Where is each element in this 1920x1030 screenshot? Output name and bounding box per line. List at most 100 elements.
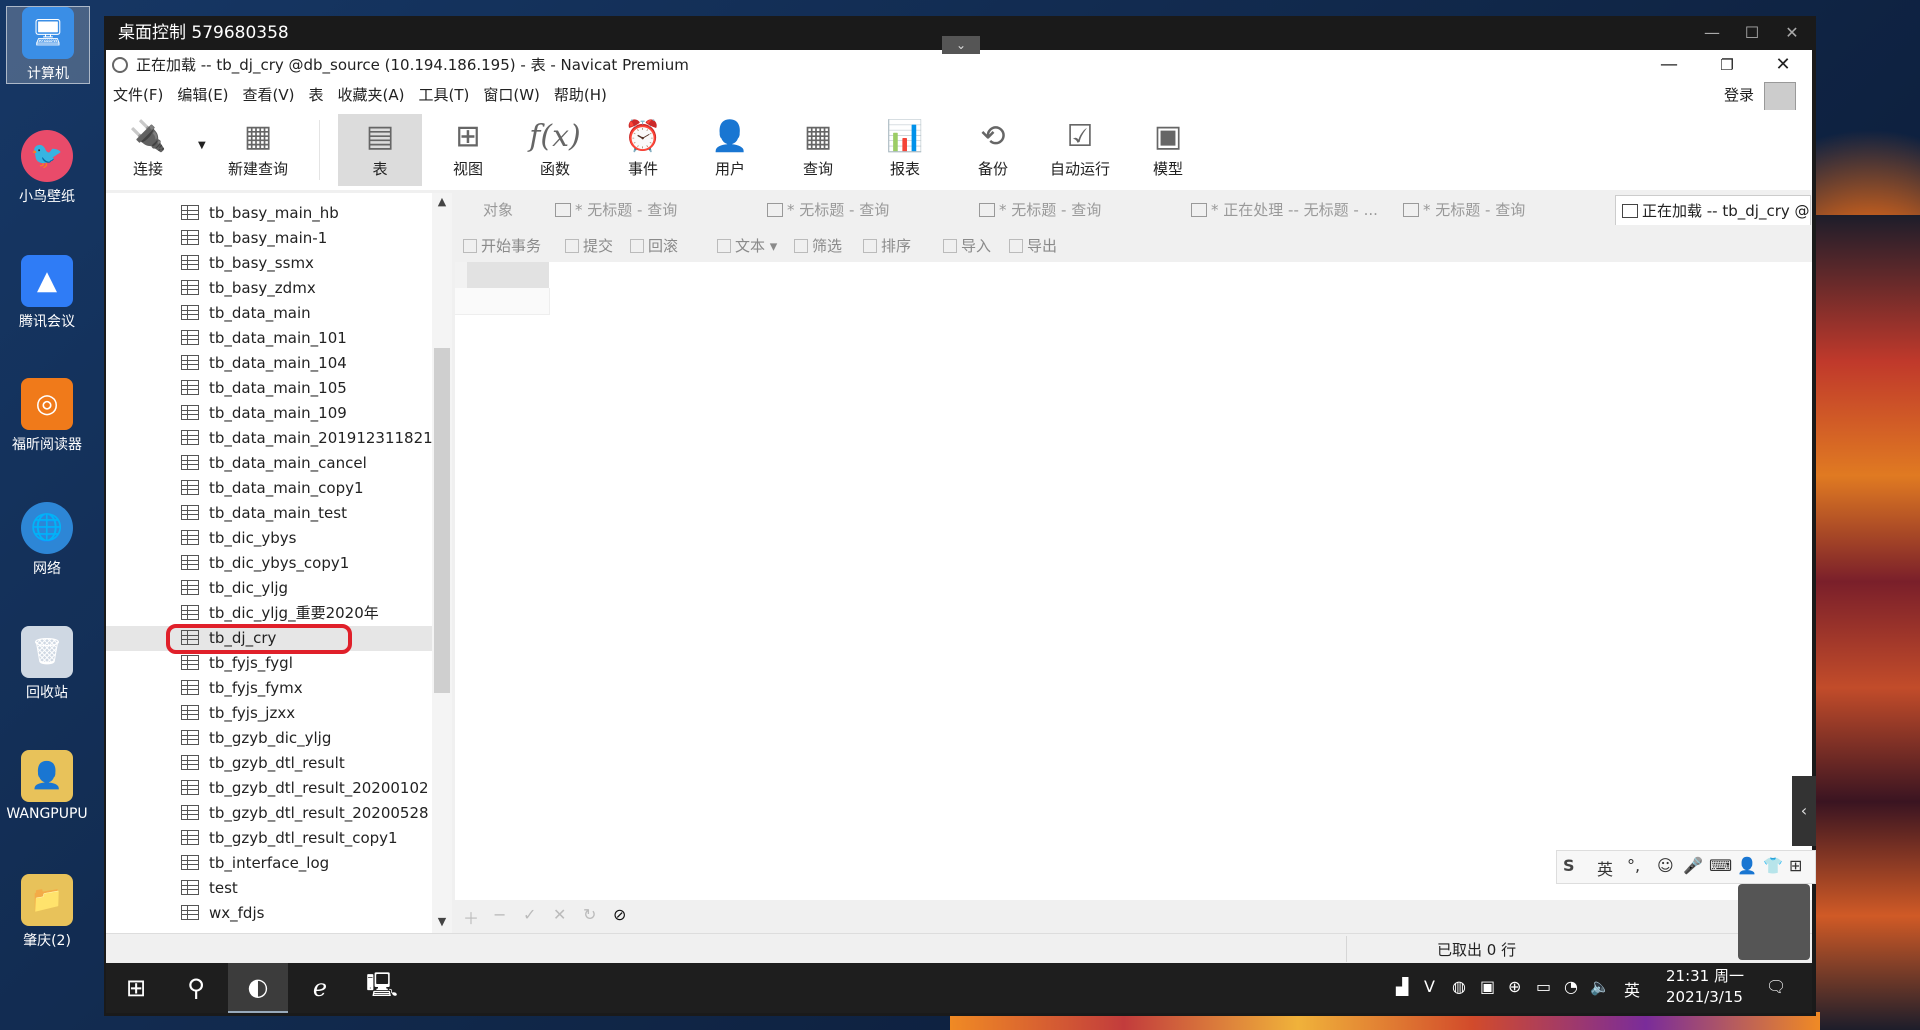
tree-item[interactable]: tb_dic_yljg xyxy=(106,576,432,601)
begin-transaction-button[interactable]: 开始事务 xyxy=(463,235,541,256)
floating-assistant-button[interactable] xyxy=(1738,884,1810,960)
tree-item[interactable]: tb_fyjs_fymx xyxy=(106,676,432,701)
tree-item[interactable]: tb_data_main_cancel xyxy=(106,451,432,476)
tab-query-2[interactable]: * 无标题 - 查询 xyxy=(767,195,967,225)
remote-minimize-button[interactable]: — xyxy=(1692,16,1732,50)
tray-volume-icon[interactable]: 🔈 xyxy=(1590,977,1610,996)
data-grid[interactable] xyxy=(455,262,1812,900)
toolbar-user-button[interactable]: 👤 用户 xyxy=(688,114,772,186)
tree-item[interactable]: tb_interface_log xyxy=(106,851,432,876)
grid-menu-icon[interactable]: ⊞ xyxy=(1789,856,1802,875)
tree-item[interactable]: tb_gzyb_dtl_result_20200102 xyxy=(106,776,432,801)
avatar[interactable] xyxy=(1764,82,1796,112)
tree-item[interactable]: tb_data_main xyxy=(106,301,432,326)
refresh-icon[interactable]: ↻ xyxy=(583,905,596,924)
tray-vs-icon[interactable]: V xyxy=(1424,977,1435,996)
tree-item[interactable]: tb_data_main_copy1 xyxy=(106,476,432,501)
desktop-icon-meeting[interactable]: ▲ 腾讯会议 xyxy=(6,255,88,331)
sogou-logo-icon[interactable]: S xyxy=(1563,856,1575,875)
tab-loading-tb-dj-cry[interactable]: 正在加载 -- tb_dj_cry @... xyxy=(1615,195,1811,225)
tree-item[interactable]: tb_data_main_104 xyxy=(106,351,432,376)
tree-item[interactable]: tb_data_main_109 xyxy=(106,401,432,426)
tree-item[interactable]: tb_basy_zdmx xyxy=(106,276,432,301)
apply-check-icon[interactable]: ✓ xyxy=(523,905,536,924)
filter-button[interactable]: 筛选 xyxy=(794,235,842,256)
tree-item[interactable]: tb_gzyb_dtl_result xyxy=(106,751,432,776)
menu-file[interactable]: 文件(F) xyxy=(106,80,170,110)
notification-icon[interactable]: 🗨 xyxy=(1766,977,1786,996)
toolbar-function-button[interactable]: f(x) 函数 xyxy=(513,114,597,186)
tree-item[interactable]: tb_data_main_101 xyxy=(106,326,432,351)
desktop-icon-network[interactable]: 🌐 网络 xyxy=(6,502,88,578)
discard-x-icon[interactable]: ✕ xyxy=(553,905,566,924)
tray-wifi-icon[interactable]: ◔ xyxy=(1564,977,1578,996)
tree-item[interactable]: tb_basy_main-1 xyxy=(106,226,432,251)
minimize-button[interactable]: — xyxy=(1646,50,1692,80)
export-button[interactable]: 导出 xyxy=(1009,235,1057,256)
tray-app-icon[interactable]: ◍ xyxy=(1452,977,1466,996)
tree-item[interactable]: tb_dic_yljg_重要2020年 xyxy=(106,601,432,626)
scroll-thumb[interactable] xyxy=(434,348,450,693)
server-manager-icon[interactable]: 🖳 xyxy=(352,963,412,1013)
tree-item[interactable]: test xyxy=(106,876,432,901)
tab-processing[interactable]: * 正在处理 -- 无标题 - ... xyxy=(1191,195,1391,225)
tree-item[interactable]: tb_dic_ybys xyxy=(106,526,432,551)
tree-item[interactable]: tb_data_main_201912311821 xyxy=(106,426,432,451)
grid-cell[interactable] xyxy=(455,288,550,315)
menu-tools[interactable]: 工具(T) xyxy=(411,80,476,110)
tray-language[interactable]: 英 xyxy=(1624,977,1640,1001)
commit-button[interactable]: 提交 xyxy=(565,235,613,256)
tray-clock[interactable]: 21:31 周一 2021/3/15 xyxy=(1666,966,1744,1008)
user-icon[interactable]: 👤 xyxy=(1737,856,1757,875)
toolbar-event-button[interactable]: ⏰ 事件 xyxy=(601,114,685,186)
collapse-arrow-icon[interactable]: ‹ xyxy=(1792,776,1816,846)
desktop-icon-pdf-reader[interactable]: ◎ 福昕阅读器 xyxy=(6,378,88,454)
remote-maximize-button[interactable]: ☐ xyxy=(1732,16,1772,50)
start-button-windows-icon[interactable]: ⊞ xyxy=(106,963,166,1013)
menu-favorites[interactable]: 收藏夹(A) xyxy=(331,80,412,110)
delete-record-icon[interactable]: − xyxy=(493,905,506,924)
menu-window[interactable]: 窗口(W) xyxy=(476,80,547,110)
text-button[interactable]: 文本 ▾ xyxy=(717,235,777,256)
grid-column-header[interactable] xyxy=(467,262,549,289)
toolbar-table-button[interactable]: ▤ 表 xyxy=(338,114,422,186)
tray-drive-icon[interactable]: ▣ xyxy=(1480,977,1495,996)
desktop-icon-folder[interactable]: 📁 肇庆(2) xyxy=(6,874,88,950)
import-button[interactable]: 导入 xyxy=(943,235,991,256)
tray-network-icon[interactable]: ▟ xyxy=(1396,977,1408,996)
sort-button[interactable]: 排序 xyxy=(863,235,911,256)
toolbar-model-button[interactable]: ▣ 模型 xyxy=(1126,114,1210,186)
close-button[interactable]: ✕ xyxy=(1760,50,1806,80)
navicat-taskbar-icon[interactable]: ◐ xyxy=(228,963,288,1013)
skin-icon[interactable]: 👕 xyxy=(1763,856,1783,875)
desktop-icon-user-folder[interactable]: 👤 WANGPUPU xyxy=(6,750,88,822)
microphone-icon[interactable]: 🎤 xyxy=(1683,856,1703,875)
tree-item[interactable]: tb_dic_ybys_copy1 xyxy=(106,551,432,576)
menu-help[interactable]: 帮助(H) xyxy=(547,80,614,110)
menu-edit[interactable]: 编辑(E) xyxy=(170,80,235,110)
tab-query-3[interactable]: * 无标题 - 查询 xyxy=(979,195,1179,225)
emoji-icon[interactable]: ☺ xyxy=(1657,856,1674,875)
tree-scrollbar[interactable]: ▲ ▼ xyxy=(432,193,452,933)
desktop-icon-wallpaper[interactable]: 🐦 小鸟壁纸 xyxy=(6,130,88,206)
remote-dropdown-toggle[interactable]: ⌄ xyxy=(942,36,980,54)
scroll-up-arrow-icon[interactable]: ▲ xyxy=(432,195,452,208)
toolbar-auto-run-button[interactable]: ☑ 自动运行 xyxy=(1038,114,1122,186)
tree-item[interactable]: wx_fdjs xyxy=(106,901,432,926)
tree-item[interactable]: tb_gzyb_dic_yljg xyxy=(106,726,432,751)
tree-item[interactable]: tb_fyjs_jzxx xyxy=(106,701,432,726)
stop-icon[interactable]: ⊘ xyxy=(613,905,626,924)
tree-item[interactable]: tb_gzyb_dtl_result_copy1 xyxy=(106,826,432,851)
login-link[interactable]: 登录 xyxy=(1724,80,1754,110)
tray-battery-icon[interactable]: ▭ xyxy=(1536,977,1551,996)
toolbar-connect-button[interactable]: 🔌 连接 xyxy=(106,114,190,186)
tree-item[interactable]: tb_fyjs_fygl xyxy=(106,651,432,676)
tab-query-1[interactable]: * 无标题 - 查询 xyxy=(555,195,755,225)
tree-item[interactable]: tb_gzyb_dtl_result_20200528 xyxy=(106,801,432,826)
desktop-icon-computer[interactable]: 🖥 计算机 xyxy=(6,6,90,84)
menu-view[interactable]: 查看(V) xyxy=(236,80,302,110)
tab-query-4[interactable]: * 无标题 - 查询 xyxy=(1403,195,1603,225)
ie-browser-icon[interactable]: e xyxy=(290,963,350,1013)
tree-item[interactable]: tb_data_main_105 xyxy=(106,376,432,401)
tree-item[interactable]: tb_basy_ssmx xyxy=(106,251,432,276)
